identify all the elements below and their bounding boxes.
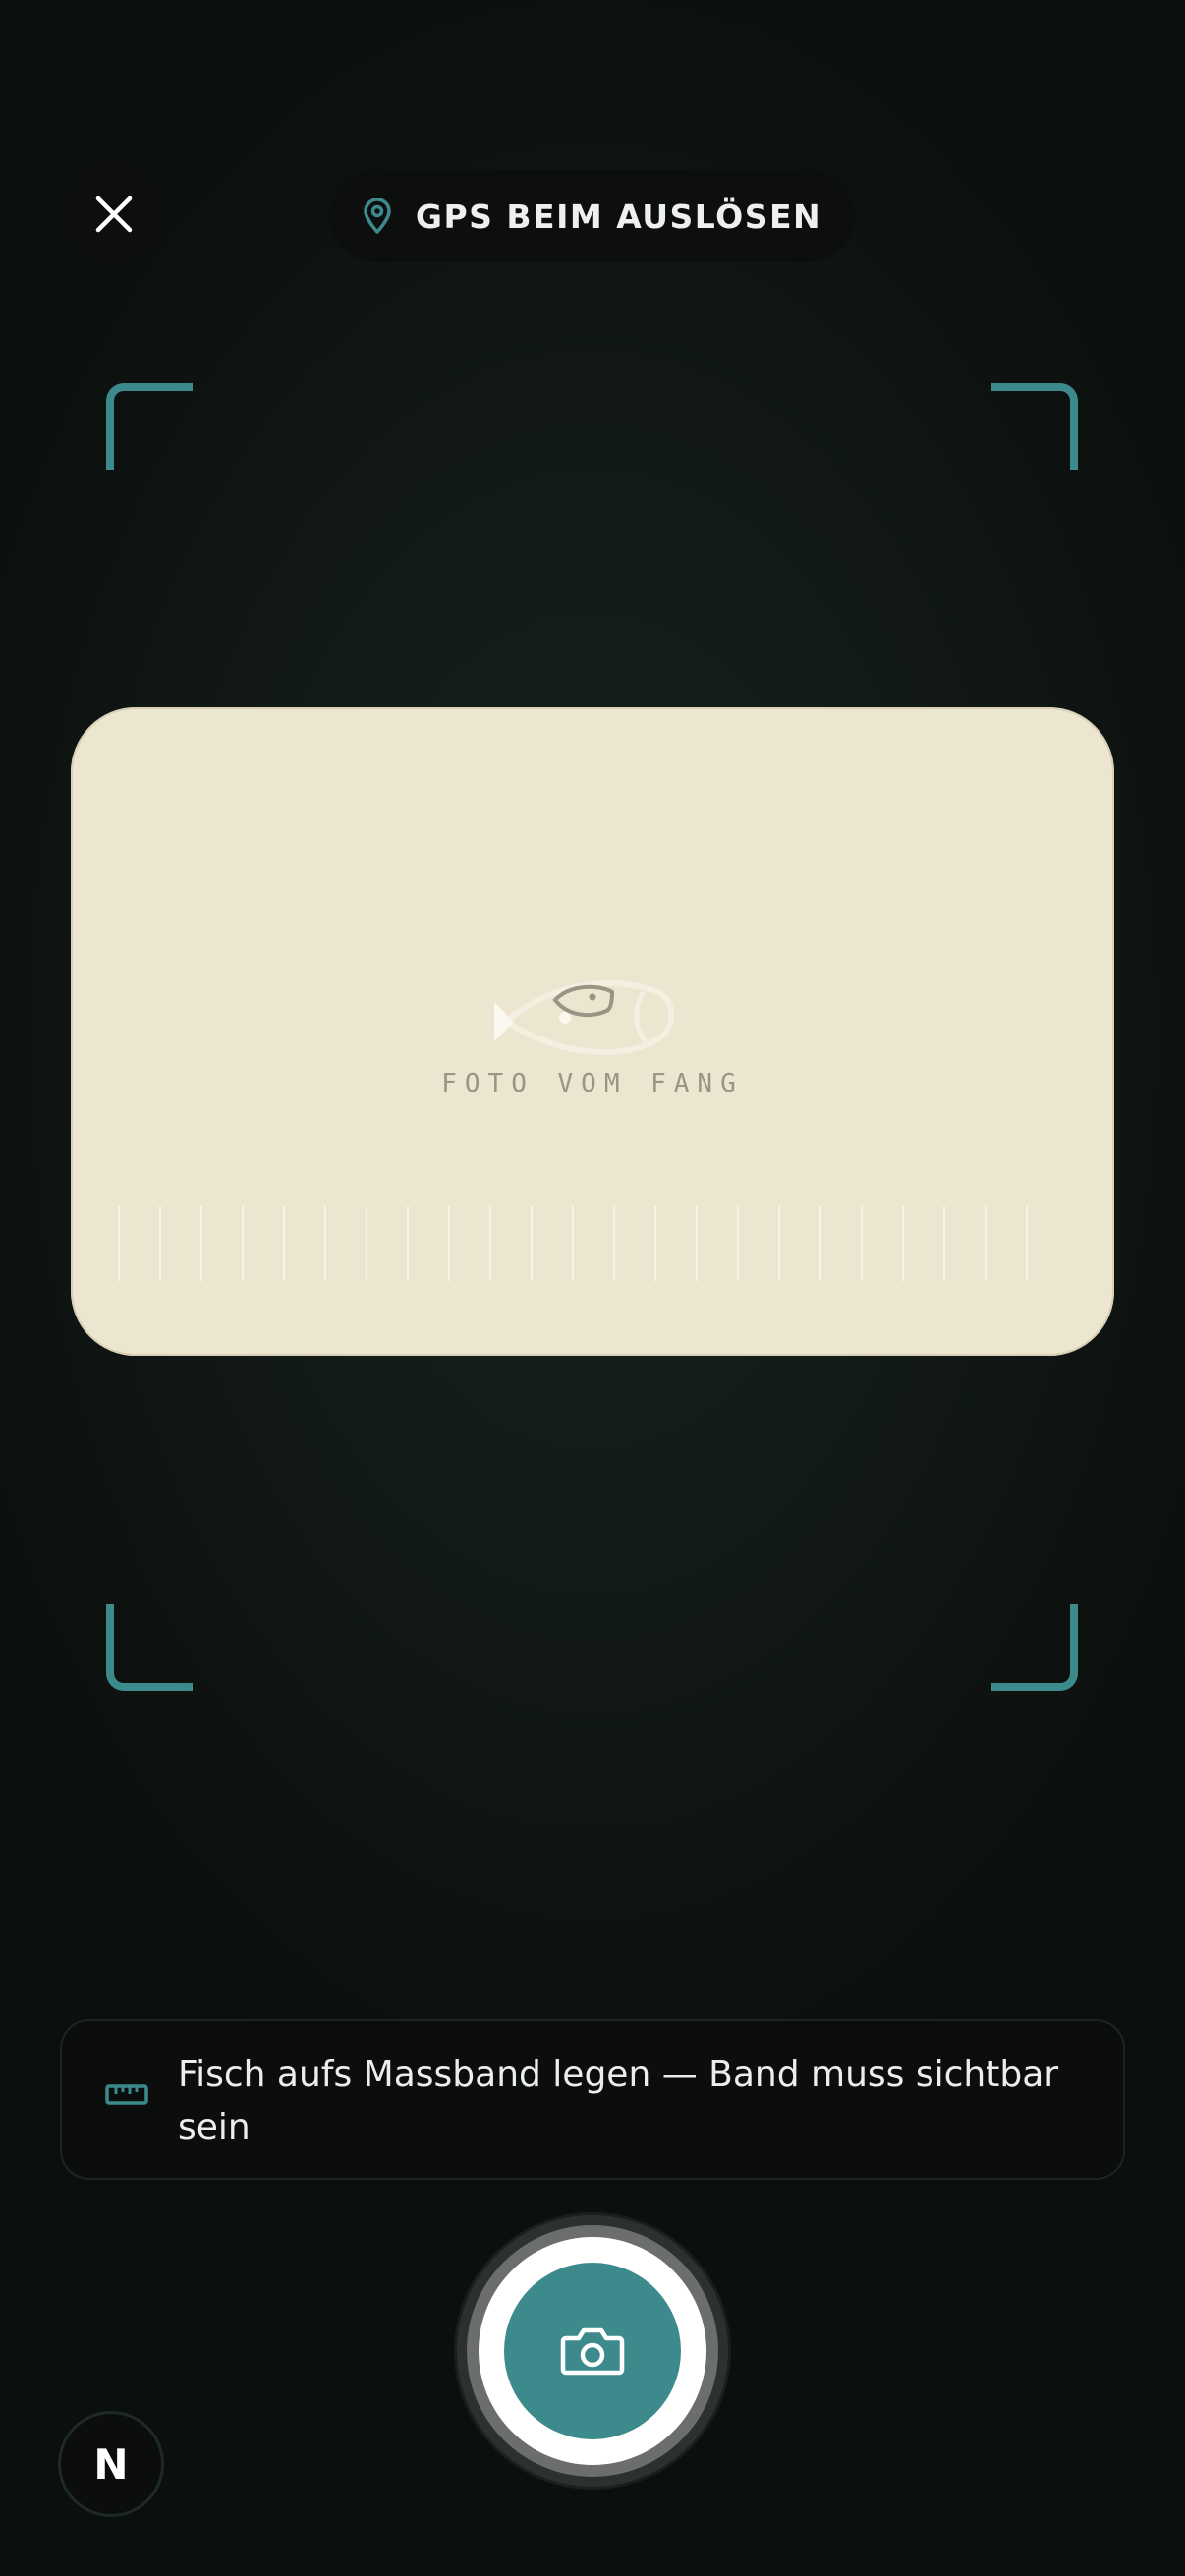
ruler-icon bbox=[105, 2084, 148, 2105]
camera-icon bbox=[560, 2327, 625, 2376]
app-badge[interactable]: N bbox=[58, 2411, 164, 2517]
hint-text: Fisch aufs Massband legen — Band muss si… bbox=[178, 2054, 1059, 2148]
camera-screen: GPS BEIM AUSLÖSEN FOTO VOM FANG Fisch au… bbox=[0, 0, 1185, 2576]
gps-status-pill: GPS BEIM AUSLÖSEN bbox=[329, 170, 855, 262]
hint-banner: Fisch aufs Massband legen — Band muss si… bbox=[60, 2019, 1125, 2180]
photo-placeholder-label: FOTO VOM FANG bbox=[441, 1069, 744, 1098]
viewfinder-corner-top-left bbox=[106, 383, 193, 470]
viewfinder-corner-bottom-left bbox=[106, 1604, 193, 1691]
close-button[interactable] bbox=[58, 158, 170, 270]
shutter-button[interactable] bbox=[457, 2215, 728, 2487]
fish-icon bbox=[494, 980, 675, 1055]
measuring-tape-marks bbox=[118, 1206, 1028, 1281]
shutter-core bbox=[504, 2263, 681, 2439]
viewfinder-corner-bottom-right bbox=[991, 1604, 1078, 1691]
viewfinder-corner-top-right bbox=[991, 383, 1078, 470]
close-icon bbox=[95, 196, 133, 233]
map-pin-icon bbox=[364, 198, 391, 234]
gps-label: GPS BEIM AUSLÖSEN bbox=[415, 196, 822, 236]
badge-letter: N bbox=[93, 2439, 129, 2489]
